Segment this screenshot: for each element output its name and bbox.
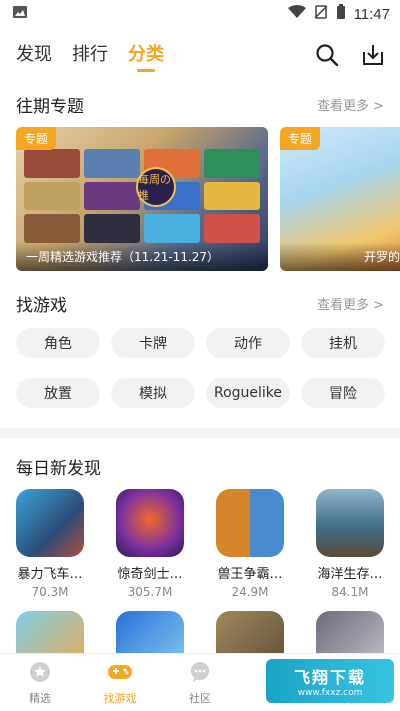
gamepad-icon [106, 660, 134, 687]
star-icon [28, 660, 52, 687]
topic-card[interactable]: 专题 开罗的 [280, 127, 400, 271]
topic-tag: 专题 [280, 127, 321, 150]
game-size: 305.7M [127, 585, 173, 599]
bottom-tab-label: 社区 [189, 691, 211, 705]
watermark-url: www.fxxz.com [297, 688, 363, 698]
bottom-tab-label: 找游戏 [103, 691, 137, 705]
top-nav: 发现 排行 分类 [0, 28, 400, 82]
game-item[interactable]: 暴力飞车… 70.3M [16, 489, 84, 599]
bottom-tab-community[interactable]: 社区 [165, 660, 235, 706]
image-notification-icon [12, 5, 28, 23]
game-name: 惊奇剑士… [117, 567, 183, 582]
game-size: 24.9M [231, 585, 269, 599]
daily-games-row: 暴力飞车… 70.3M 惊奇剑士… 305.7M 兽王争霸… 24.9M 海洋生… [0, 479, 400, 599]
game-icon [116, 489, 184, 557]
topics-title: 往期专题 [16, 97, 84, 117]
weekly-badge: 每周の推 [136, 167, 176, 207]
search-icon[interactable] [314, 42, 340, 68]
bottom-tab-find-games[interactable]: 找游戏 [85, 660, 155, 706]
game-item[interactable]: 兽王争霸… 24.9M [216, 489, 284, 599]
genre-chips: 角色 卡牌 动作 挂机 放置 模拟 Roguelike 冒险 [0, 316, 400, 408]
game-name: 兽王争霸… [217, 567, 283, 582]
bottom-tab-label: 精选 [29, 691, 51, 705]
section-divider [0, 428, 400, 438]
chip-idle[interactable]: 挂机 [301, 328, 385, 358]
find-games-title: 找游戏 [16, 296, 67, 316]
game-icon [216, 489, 284, 557]
game-size: 84.1M [331, 585, 369, 599]
game-name: 海洋生存… [317, 567, 383, 582]
chip-roguelike[interactable]: Roguelike [206, 378, 290, 408]
download-icon[interactable] [360, 42, 386, 68]
find-games-header: 找游戏 查看更多 > [0, 291, 400, 316]
chip-role[interactable]: 角色 [16, 328, 100, 358]
find-games-more-link[interactable]: 查看更多 > [317, 294, 384, 313]
chip-adventure[interactable]: 冒险 [301, 378, 385, 408]
topic-tag: 专题 [16, 127, 57, 150]
topic-card[interactable]: 每周の推 专题 一周精选游戏推荐（11.21-11.27） [16, 127, 268, 271]
daily-header: 每日新发现 [0, 454, 400, 479]
no-sim-icon [314, 5, 328, 23]
nav-tabs: 发现 排行 分类 [16, 40, 164, 70]
bottom-tab-featured[interactable]: 精选 [5, 660, 75, 706]
game-name: 暴力飞车… [17, 567, 83, 582]
game-size: 70.3M [31, 585, 69, 599]
topics-header: 往期专题 查看更多 > [0, 92, 400, 117]
topics-carousel[interactable]: 每周の推 专题 一周精选游戏推荐（11.21-11.27） 专题 开罗的 [0, 117, 400, 271]
tab-discover[interactable]: 发现 [16, 40, 52, 70]
wifi-icon [287, 5, 306, 23]
tab-category[interactable]: 分类 [128, 40, 164, 70]
battery-icon [336, 4, 346, 24]
watermark-title: 飞翔下载 [293, 668, 366, 687]
daily-title: 每日新发现 [16, 459, 101, 479]
status-bar: 11:47 [0, 0, 400, 28]
chip-simulation[interactable]: 模拟 [111, 378, 195, 408]
chip-placement[interactable]: 放置 [16, 378, 100, 408]
chat-bubble-icon [188, 660, 212, 687]
topic-caption: 一周精选游戏推荐（11.21-11.27） [16, 242, 268, 271]
topic-caption: 开罗的 [280, 242, 400, 271]
game-item[interactable]: 海洋生存… 84.1M [316, 489, 384, 599]
game-icon [16, 489, 84, 557]
status-time: 11:47 [353, 5, 390, 23]
chip-card[interactable]: 卡牌 [111, 328, 195, 358]
game-item[interactable]: 惊奇剑士… 305.7M [116, 489, 184, 599]
topics-more-link[interactable]: 查看更多 > [317, 95, 384, 114]
chip-action[interactable]: 动作 [206, 328, 290, 358]
game-icon [316, 489, 384, 557]
tab-ranking[interactable]: 排行 [72, 40, 108, 70]
site-watermark: 飞翔下载 www.fxxz.com [266, 659, 394, 703]
